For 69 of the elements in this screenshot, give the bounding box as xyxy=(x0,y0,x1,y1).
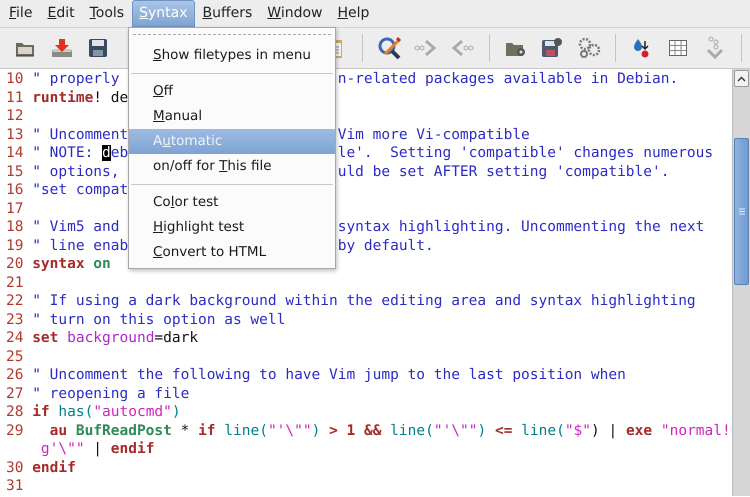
code-line: g'\"" | endif xyxy=(40,440,154,458)
code-line: Vim more Vi-compatible xyxy=(338,126,530,144)
grip-icon xyxy=(738,208,744,215)
line-number: 17 xyxy=(6,200,24,216)
code-line: endif xyxy=(32,458,76,477)
menu-item[interactable]: Buffers xyxy=(196,0,260,27)
line-number: 29 xyxy=(6,422,24,438)
line-number: 13 xyxy=(6,126,24,142)
floppy-icon[interactable] xyxy=(88,38,108,58)
line-number: 31 xyxy=(6,478,24,494)
line-number: 10 xyxy=(6,71,24,87)
code-line: au BufReadPost * if line("'\"") > 1 && line("'\"") <= line("$") | exe "normal! xyxy=(48,422,731,440)
code-line: n-related packages available in Debian. xyxy=(338,70,678,88)
code-line: le'. Setting 'compatible' changes numerous xyxy=(338,144,714,162)
floppy-gear-icon[interactable] xyxy=(541,37,564,59)
tray-arrow-icon[interactable] xyxy=(50,37,74,59)
line-number: 24 xyxy=(6,330,24,346)
line-number: 11 xyxy=(6,90,24,106)
code-line: uld be set AFTER setting 'compatible'. xyxy=(338,162,670,181)
code-line: runtime! de xyxy=(32,88,128,107)
code-line: if has("autocmd") xyxy=(32,403,181,422)
line-number: 28 xyxy=(6,404,24,420)
menu-item[interactable]: Window xyxy=(260,0,330,27)
code-line: " Uncomment xyxy=(32,126,128,142)
gears-icon[interactable] xyxy=(576,37,601,59)
code-line: by default. xyxy=(338,236,434,255)
grid-icon[interactable] xyxy=(669,40,688,56)
scrollbar[interactable] xyxy=(732,69,750,496)
scroll-up-button[interactable] xyxy=(734,70,749,87)
menu-item[interactable]: Off xyxy=(129,79,335,104)
menu-item[interactable]: Show filetypes in menu xyxy=(129,43,335,68)
menu-item[interactable]: File xyxy=(2,0,40,27)
code-line: " Uncomment the following to have Vim jump to the last position when xyxy=(32,366,626,384)
menu-item[interactable]: Convert to HTML xyxy=(129,240,335,265)
code-line: " line enab xyxy=(32,238,128,254)
scrollbar-thumb[interactable] xyxy=(734,138,749,285)
menu-item[interactable]: Tools xyxy=(82,0,132,27)
code-line: " options, xyxy=(32,164,120,180)
menu-item[interactable]: Highlight test xyxy=(129,215,335,240)
line-number: 25 xyxy=(6,348,24,364)
menu-item[interactable]: Edit xyxy=(40,0,82,27)
menu-item[interactable]: Manual xyxy=(129,104,335,129)
code-line: " properly xyxy=(32,71,120,87)
code-line: syntax highlighting. Uncommenting the next xyxy=(338,218,704,236)
line-number: 21 xyxy=(6,274,24,290)
line-number: 26 xyxy=(6,367,24,383)
line-number: 20 xyxy=(6,256,24,272)
line-number: 12 xyxy=(6,108,24,124)
code-line: "set compat xyxy=(32,181,128,200)
line-number: 18 xyxy=(6,219,24,235)
line-number: 27 xyxy=(6,386,24,402)
magnifier-pencil-icon[interactable] xyxy=(376,36,403,60)
code-line: syntax on xyxy=(32,255,111,274)
code-line: " reopening a file xyxy=(32,384,190,403)
code-line: set background=dark xyxy=(32,329,198,348)
code-line: " If using a dark background within the editing area and syntax highlighting xyxy=(32,292,696,310)
line-number: 14 xyxy=(6,145,24,161)
menu-item[interactable]: Color test xyxy=(129,190,335,215)
code-line: " turn on this option as well xyxy=(32,310,286,329)
line-number: 23 xyxy=(6,312,24,328)
line-number: 22 xyxy=(6,293,24,309)
line-number: 19 xyxy=(6,238,24,254)
code-line: " Vim5 and xyxy=(32,219,120,235)
menu-item[interactable]: Help xyxy=(330,0,376,27)
menu-item[interactable]: on/off for This file xyxy=(129,154,335,179)
code-line: " NOTE: deb xyxy=(32,145,128,161)
line-number: 15 xyxy=(6,164,24,180)
line-number: 16 xyxy=(6,182,24,198)
line-number: 30 xyxy=(6,460,24,476)
